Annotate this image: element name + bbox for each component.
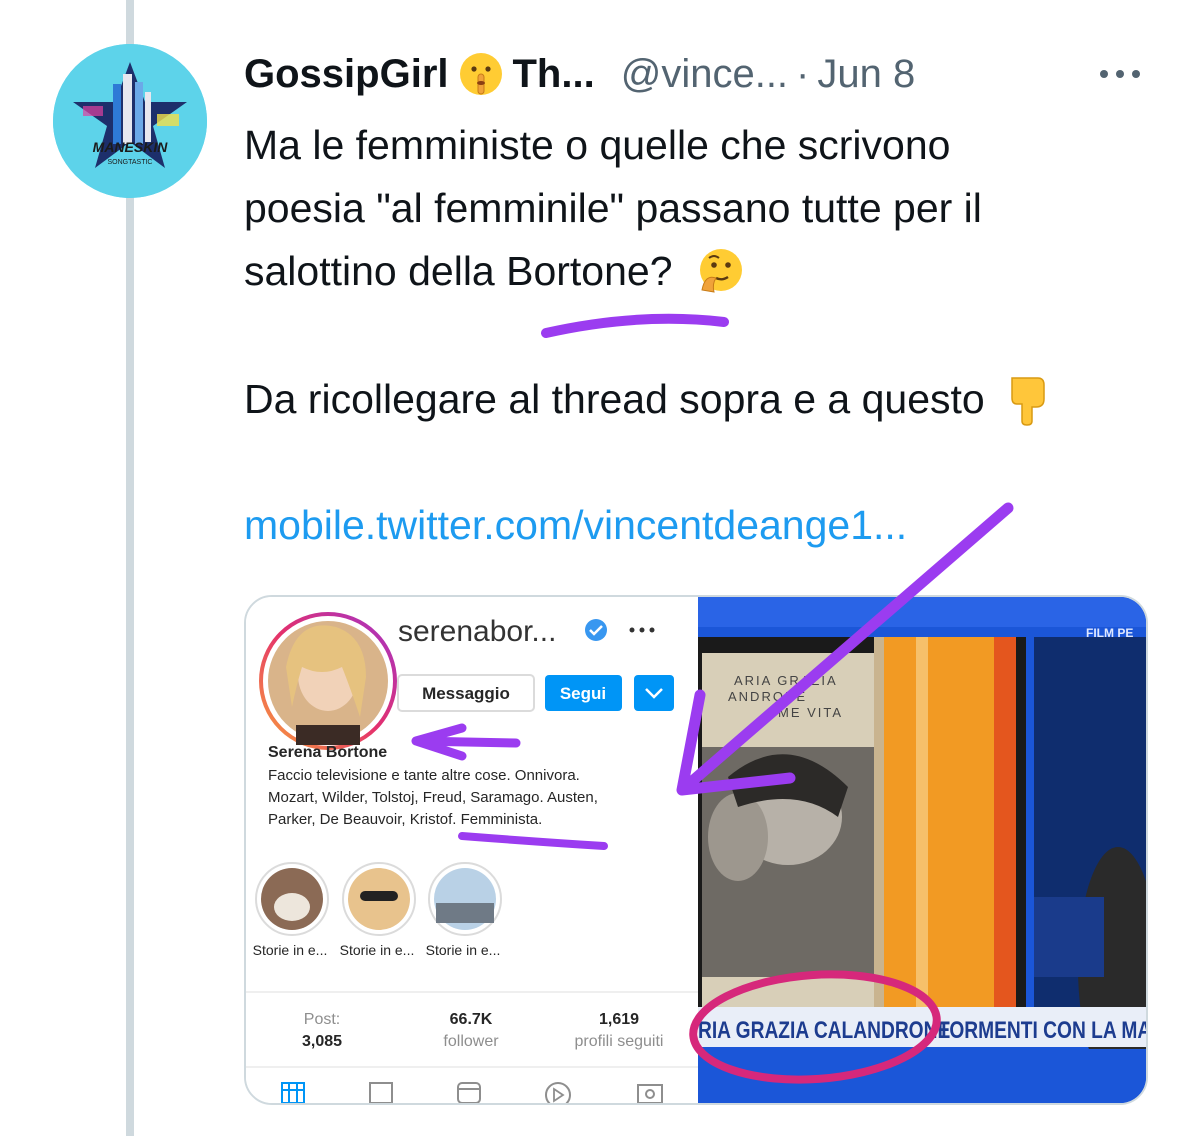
- book-title-line-1: ARIA GRAZIA: [734, 673, 838, 688]
- avatar-logo-subtext: SONGTASTIC: [108, 159, 153, 166]
- highlight-3-label: Storie in e...: [426, 942, 501, 958]
- ticker-right: TORMENTI CON LA MA: [938, 1016, 1146, 1044]
- tweet-text-line-1: Ma le femministe o quelle che scrivono: [244, 122, 951, 168]
- author-name-suffix[interactable]: Th...: [513, 52, 595, 97]
- follow-dropdown-button: [634, 675, 674, 711]
- stat-follower-value: 66.7K: [450, 1011, 493, 1028]
- stat-post-label: Post:: [304, 1011, 340, 1028]
- author-name[interactable]: GossipGirl: [244, 52, 449, 97]
- bio-line-3: Parker, De Beauvoir, Kristof. Femminista…: [268, 811, 542, 828]
- tweet-link[interactable]: mobile.twitter.com/vincentdeange1...: [244, 494, 907, 557]
- message-button-label: Messaggio: [422, 684, 510, 703]
- more-options-icon[interactable]: [1096, 56, 1146, 92]
- avatar[interactable]: MANESKIN SONGTASTIC: [53, 44, 207, 198]
- tweet-date[interactable]: Jun 8: [817, 52, 915, 97]
- reels-tab-icon: [457, 1082, 481, 1103]
- tweet-text-line-4-text: Da ricollegare al thread sopra e a quest…: [244, 376, 985, 422]
- bio-line-1: Faccio televisione e tante altre cose. O…: [268, 767, 580, 784]
- verified-badge-icon: [585, 619, 607, 641]
- follow-button-label: Segui: [560, 684, 606, 703]
- book-title-line-3: ME VITA: [778, 705, 843, 720]
- tweet-text-line-2: poesia "al femminile" passano tutte per …: [244, 185, 982, 231]
- ticker-left: RIA GRAZIA CALANDRONE: [698, 1016, 950, 1044]
- underline-bortone-annotation: [541, 313, 729, 338]
- book-title-line-2: ANDRONE: [728, 689, 807, 704]
- bio-line-2: Mozart, Wilder, Tolstoj, Freud, Saramago…: [268, 789, 598, 806]
- profile-name: Serena Bortone: [268, 744, 387, 761]
- thinking-face-emoji-icon: [694, 246, 742, 294]
- tv-screenshot: ARIA GRAZIA ANDRONE ME VITA FILM PE RIA …: [698, 597, 1146, 1103]
- channel-logo: FILM PE: [1086, 626, 1133, 640]
- instagram-username: serenabor...: [398, 615, 556, 648]
- avatar-logo-text: MANESKIN: [93, 139, 169, 155]
- pointing-down-emoji-icon: [1002, 374, 1050, 426]
- shushing-face-emoji-icon: [457, 50, 505, 98]
- tagged-tab-icon: [637, 1084, 663, 1103]
- tweet-media-card[interactable]: serenabor... Messaggio Segui Serena Bort…: [244, 595, 1148, 1105]
- stat-following-label: profili seguiti: [575, 1033, 664, 1050]
- stat-follower-label: follower: [443, 1033, 499, 1050]
- stat-following-value: 1,619: [599, 1011, 639, 1028]
- tweet-header: GossipGirl Th... @vince... · Jun 8: [244, 44, 1164, 104]
- highlight-1-label: Storie in e...: [253, 942, 328, 958]
- highlight-2-label: Storie in e...: [340, 942, 415, 958]
- separator-dot: ·: [796, 51, 810, 96]
- stat-post-value: 3,085: [302, 1033, 342, 1050]
- igtv-tab-icon: [369, 1082, 393, 1103]
- video-tab-icon: [545, 1082, 571, 1103]
- author-handle[interactable]: @vince...: [621, 52, 788, 97]
- grid-tab-icon: [281, 1082, 305, 1103]
- tweet-text-line-3-text: salottino della Bortone?: [244, 248, 673, 294]
- tweet-text-line-3: salottino della Bortone?: [244, 240, 750, 303]
- tweet-text-line-4: Da ricollegare al thread sopra e a quest…: [244, 368, 1058, 431]
- instagram-profile-screenshot: serenabor... Messaggio Segui Serena Bort…: [246, 597, 698, 1103]
